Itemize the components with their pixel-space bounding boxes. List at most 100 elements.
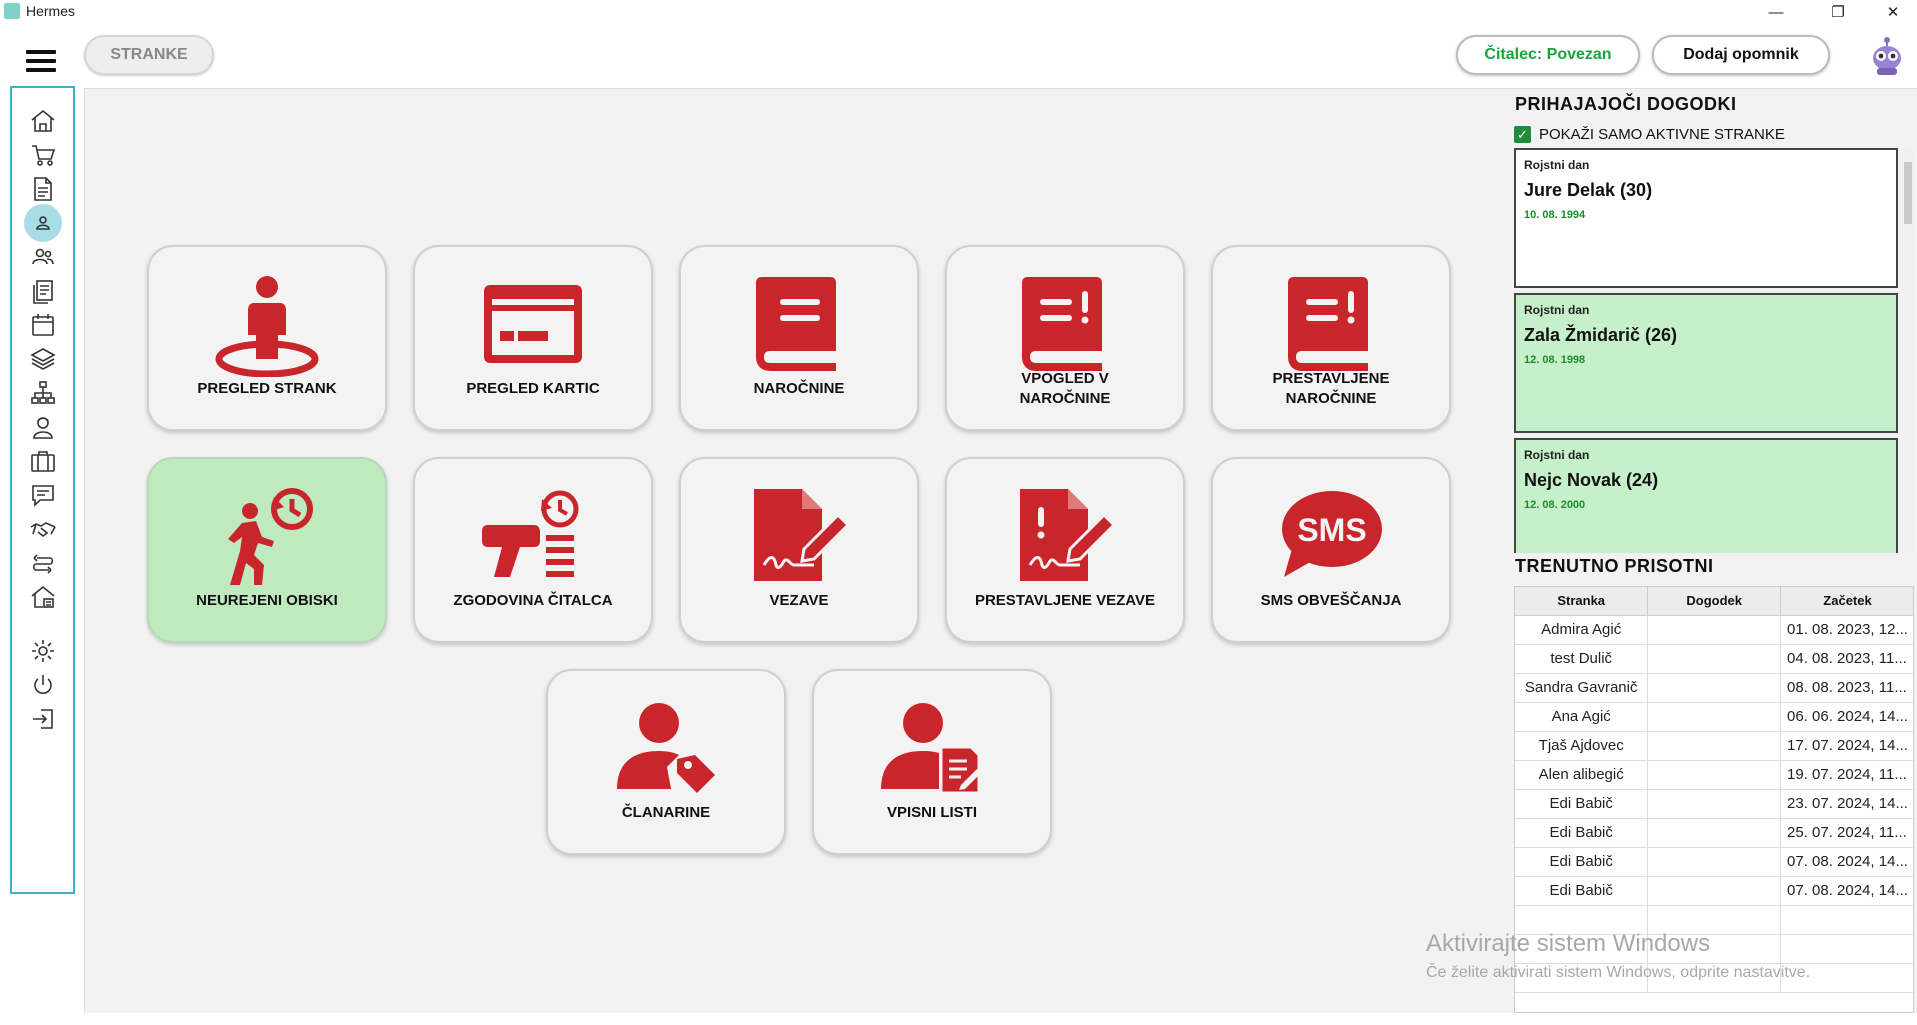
right-panel: PRIHAJAJOČI DOGODKI ✓ POKAŽI SAMO AKTIVN… (1510, 88, 1917, 1013)
scrollbar-thumb[interactable] (1904, 162, 1912, 224)
close-button[interactable]: ✕ (1870, 0, 1916, 24)
filter-label: POKAŽI SAMO AKTIVNE STRANKE (1539, 126, 1785, 143)
column-header-dogodek[interactable]: Dogodek (1647, 587, 1782, 616)
minimize-button[interactable]: — (1753, 0, 1799, 24)
tile-sms-obvescanja[interactable]: SMS SMS OBVEŠČANJA (1211, 457, 1451, 643)
checkbox-checked-icon[interactable]: ✓ (1514, 126, 1531, 143)
building-icon[interactable] (24, 578, 62, 616)
document-icon[interactable] (24, 170, 62, 208)
contract-alert-icon (1010, 485, 1120, 589)
table-row[interactable]: Edi Babič 07. 08. 2024, 14... (1515, 876, 1913, 906)
event-card[interactable]: Rojstni dan Jure Delak (30) 10. 08. 1994 (1514, 148, 1898, 288)
robot-avatar-icon[interactable] (1868, 36, 1906, 76)
event-name: Jure Delak (30) (1524, 180, 1653, 200)
calendar-icon[interactable] (24, 306, 62, 344)
tile-label: VPISNI LISTI (886, 804, 977, 821)
present-title: TRENUTNO PRISOTNI (1515, 556, 1714, 576)
window-title: Hermes (26, 3, 76, 19)
walking-history-icon (212, 485, 322, 589)
users-icon[interactable] (24, 238, 62, 276)
event-name: Zala Žmidarič (26) (1524, 325, 1678, 345)
contract-sign-icon (744, 485, 854, 589)
table-row[interactable]: Edi Babič 07. 08. 2024, 14... (1515, 847, 1913, 877)
event-date: 10. 08. 1994 (1524, 209, 1586, 221)
stranke-tab-button[interactable]: STRANKE (84, 35, 214, 75)
staff-icon[interactable] (24, 408, 62, 446)
tile-vpisni-listi[interactable]: VPISNI LISTI (812, 669, 1052, 855)
event-card[interactable]: Rojstni dan Zala Žmidarič (26) 12. 08. 1… (1514, 293, 1898, 433)
watermark-line-1: Aktivirajte sistem Windows (1426, 930, 1711, 957)
power-icon[interactable] (24, 666, 62, 704)
home-icon[interactable] (24, 102, 62, 140)
tile-clanarine[interactable]: ČLANARINE (546, 669, 786, 855)
maximize-button[interactable]: ❐ (1815, 0, 1861, 24)
event-date: 12. 08. 2000 (1524, 499, 1586, 511)
event-type: Rojstni dan (1524, 303, 1590, 317)
table-row[interactable]: Edi Babič 25. 07. 2024, 11... (1515, 818, 1913, 848)
sidebar (10, 86, 75, 894)
tile-label: NEUREJENI OBISKI (196, 592, 338, 609)
event-type: Rojstni dan (1524, 158, 1590, 172)
windows-activation-watermark: Aktivirajte sistem Windows Če želite akt… (1426, 930, 1810, 982)
tile-prestavljene-vezave[interactable]: PRESTAVLJENE VEZAVE (945, 457, 1185, 643)
tile-zgodovina-citalca[interactable]: ZGODOVINA ČITALCA (413, 457, 653, 643)
upcoming-events-list: Rojstni dan Jure Delak (30) 10. 08. 1994… (1514, 148, 1914, 553)
table-row[interactable]: Sandra Gavranič 08. 08. 2023, 11... (1515, 673, 1913, 703)
tile-narocnine[interactable]: NAROČNINE (679, 245, 919, 431)
tile-pregled-kartic[interactable]: PREGLED KARTIC (413, 245, 653, 431)
add-reminder-button[interactable]: Dodaj opomnik (1652, 35, 1830, 75)
tile-label: SMS OBVEŠČANJA (1260, 592, 1402, 609)
title-bar: Hermes — ❐ ✕ (0, 0, 1917, 24)
table-row[interactable]: Admira Agić 01. 08. 2023, 12... (1515, 615, 1913, 645)
briefcase-icon[interactable] (24, 442, 62, 480)
logout-icon[interactable] (24, 700, 62, 738)
handshake-icon[interactable] (24, 510, 62, 548)
transfer-icon[interactable] (24, 544, 62, 582)
events-scrollbar[interactable] (1902, 148, 1914, 553)
event-type: Rojstni dan (1524, 448, 1590, 462)
book-icon (744, 273, 854, 377)
network-icon[interactable] (24, 374, 62, 412)
column-header-stranka[interactable]: Stranka (1515, 587, 1649, 616)
tile-label: NAROČNINE (753, 380, 845, 397)
gear-icon[interactable] (24, 632, 62, 670)
user-form-icon (877, 697, 987, 801)
person-location-icon (212, 273, 322, 377)
upcoming-events-title: PRIHAJAJOČI DOGODKI (1515, 94, 1737, 114)
watermark-line-2: Če želite aktivirati sistem Windows, odp… (1426, 964, 1811, 981)
tile-pregled-strank[interactable]: PREGLED STRANK (147, 245, 387, 431)
book-alert-icon (1276, 273, 1386, 377)
tile-label: VEZAVE (769, 592, 829, 609)
tile-vpogled-narocnine[interactable]: VPOGLED V NAROČNINE (945, 245, 1185, 431)
event-name: Nejc Novak (24) (1524, 470, 1659, 490)
event-date: 12. 08. 1998 (1524, 354, 1586, 366)
list-icon[interactable] (24, 272, 62, 310)
app-logo-icon (4, 3, 20, 19)
table-row[interactable]: Tjaš Ajdovec 17. 07. 2024, 14... (1515, 731, 1913, 761)
table-row[interactable]: Alen alibegić 19. 07. 2024, 11... (1515, 760, 1913, 790)
chat-icon[interactable] (24, 476, 62, 514)
tile-prestavljene-narocnine[interactable]: PRESTAVLJENE NAROČNINE (1211, 245, 1451, 431)
layers-icon[interactable] (24, 340, 62, 378)
tile-vezave[interactable]: VEZAVE (679, 457, 919, 643)
menu-icon[interactable] (26, 50, 56, 72)
reader-status-button[interactable]: Čitalec: Povezan (1456, 35, 1640, 75)
tile-label: ČLANARINE (621, 804, 711, 821)
tile-label: PREGLED KARTIC (466, 380, 600, 397)
column-header-zacetek[interactable]: Začetek (1780, 587, 1913, 616)
table-row[interactable]: Edi Babič 23. 07. 2024, 14... (1515, 789, 1913, 819)
tile-label: ZGODOVINA ČITALCA (453, 592, 613, 609)
tile-label: PRESTAVLJENE NAROČNINE (1272, 370, 1390, 407)
card-icon (478, 273, 588, 377)
user-tag-icon (611, 697, 721, 801)
svg-text:SMS: SMS (1297, 512, 1366, 548)
cart-icon[interactable] (24, 136, 62, 174)
table-row[interactable]: test Dulič 04. 08. 2023, 11... (1515, 644, 1913, 674)
tile-neurejeni-obiski[interactable]: NEUREJENI OBISKI (147, 457, 387, 643)
active-only-filter[interactable]: ✓ POKAŽI SAMO AKTIVNE STRANKE (1514, 126, 1785, 143)
tile-label: VPOGLED V NAROČNINE (1019, 370, 1111, 407)
user-icon[interactable] (24, 204, 62, 242)
table-row[interactable]: Ana Agić 06. 06. 2024, 14... (1515, 702, 1913, 732)
event-card[interactable]: Rojstni dan Nejc Novak (24) 12. 08. 2000 (1514, 438, 1898, 553)
tile-label: PRESTAVLJENE VEZAVE (974, 592, 1156, 609)
